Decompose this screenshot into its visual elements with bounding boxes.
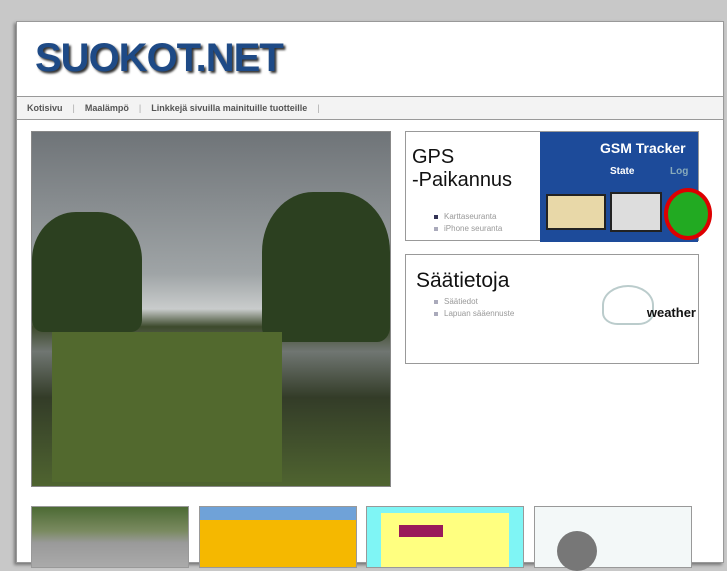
link-karttaseuranta[interactable]: Karttaseuranta	[434, 212, 502, 221]
gsm-tab-state: State	[610, 166, 635, 177]
link-iphone-seuranta[interactable]: iPhone seuranta	[434, 224, 502, 233]
nav-separator: |	[72, 103, 75, 113]
gsm-tab-log: Log	[670, 166, 689, 177]
gps-title-line2: -Paikannus	[412, 169, 513, 191]
gps-title-line1: GPS	[412, 146, 455, 168]
gps-links: Karttaseuranta iPhone seuranta	[434, 212, 502, 236]
nav-bar: Kotisivu | Maalämpö | Linkkejä sivuilla ma…	[17, 96, 723, 120]
page-container: SUOKOT.NET Kotisivu | Maalämpö | Linkkejä …	[16, 21, 724, 571]
nav-maalampo[interactable]: Maalämpö	[85, 103, 129, 113]
weather-label: weather	[646, 305, 696, 320]
gsm-tracker-label: GSM Tracker	[600, 140, 686, 156]
weather-links: Säätiedot Lapuan sääennuste	[434, 297, 514, 321]
thumbnail-heat-pump-diagram[interactable]	[199, 506, 357, 568]
thumbnail-flowchart[interactable]	[366, 506, 524, 568]
nav-linkkeja[interactable]: Linkkejä sivuilla mainituille tuotteille	[151, 103, 307, 113]
nav-kotisivu[interactable]: Kotisivu	[27, 103, 63, 113]
thumbnail-device[interactable]	[534, 506, 692, 571]
nav-separator: |	[317, 103, 320, 113]
gsm-tracker-image[interactable]: GSM Tracker State Log	[540, 132, 712, 242]
link-saatiedot[interactable]: Säätiedot	[434, 297, 514, 306]
nav-separator: |	[138, 103, 142, 113]
river-landscape-photo	[31, 131, 391, 487]
gps-title: GPS -Paikannus	[412, 146, 512, 192]
site-logo[interactable]: SUOKOT.NET	[35, 36, 284, 81]
weather-panel[interactable]: Säätietoja Säätiedot Lapuan sääennuste w…	[405, 254, 699, 364]
gps-panel[interactable]: GPS -Paikannus Karttaseuranta iPhone seur…	[405, 131, 712, 242]
link-lapuan-saaennuste[interactable]: Lapuan sääennuste	[434, 309, 514, 318]
thumbnail-parking-lot[interactable]	[31, 506, 189, 568]
weather-title: Säätietoja	[416, 269, 510, 292]
